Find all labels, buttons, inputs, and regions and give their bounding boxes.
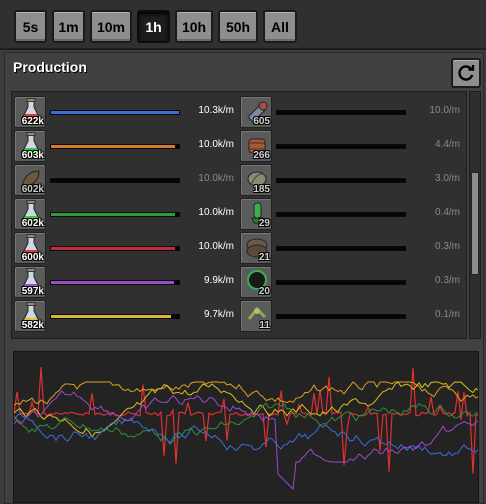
production-row-left[interactable]: 622k 10.3k/m	[14, 96, 236, 130]
production-row-right[interactable]: 20 0.3/m	[240, 266, 466, 300]
production-bar	[276, 280, 406, 285]
range-1h-button[interactable]: 1h	[137, 10, 170, 43]
scrollbar-thumb[interactable]	[471, 172, 479, 275]
production-graph	[13, 351, 479, 503]
spidertron-remote-icon[interactable]: 11	[240, 300, 272, 332]
production-row-right[interactable]: 185 3.0/m	[240, 164, 466, 198]
refresh-icon	[458, 65, 475, 81]
item-count: 266	[253, 150, 270, 161]
item-count: 602k	[21, 218, 44, 229]
production-rate: 3.0/m	[434, 173, 460, 184]
item-count: 11	[259, 320, 270, 331]
production-rate: 10.3k/m	[198, 105, 234, 116]
item-count: 29	[258, 218, 270, 229]
rail-chain-signal-icon[interactable]: 21	[240, 232, 272, 264]
production-rate: 10.0k/m	[198, 173, 234, 184]
production-row-right[interactable]: 21 0.3/m	[240, 232, 466, 266]
production-bar	[50, 280, 180, 285]
production-rate: 0.1/m	[434, 309, 460, 320]
production-science-pack-icon[interactable]: 597k	[14, 266, 46, 298]
production-row-right[interactable]: 266 4.4/m	[240, 130, 466, 164]
graph-series-line	[14, 402, 478, 445]
item-count: 622k	[21, 116, 44, 127]
production-bar	[276, 212, 406, 217]
item-count: 603k	[21, 150, 44, 161]
production-rate: 0.3/m	[434, 241, 460, 252]
raw-fish-icon[interactable]: 185	[240, 164, 272, 196]
time-range-toolbar: 5s 1m 10m 1h 10h 50h All	[0, 0, 486, 50]
item-count: 582k	[21, 320, 44, 331]
production-rate: 10.0k/m	[198, 241, 234, 252]
range-10m-button[interactable]: 10m	[90, 10, 132, 43]
production-bar	[50, 110, 180, 115]
production-bar	[276, 314, 406, 319]
production-row-left[interactable]: 603k 10.0k/m	[14, 130, 236, 164]
production-rate: 0.3/m	[434, 275, 460, 286]
production-row-left[interactable]: 602k 10.0k/m	[14, 198, 236, 232]
production-bar	[50, 212, 180, 217]
production-row-left[interactable]: 582k 9.7k/m	[14, 300, 236, 334]
item-count: 602k	[21, 184, 44, 195]
production-row-right[interactable]: 605 10.0/m	[240, 96, 466, 130]
automation-science-pack-icon[interactable]: 622k	[14, 96, 46, 128]
range-5s-button[interactable]: 5s	[14, 10, 47, 43]
production-graph-svg	[14, 367, 478, 491]
production-rate: 9.7k/m	[203, 309, 234, 320]
nuclear-fuel-icon[interactable]: 20	[240, 266, 272, 298]
chemical-science-pack-icon[interactable]: 602k	[14, 198, 46, 230]
range-50h-button[interactable]: 50h	[218, 10, 258, 43]
production-rate: 9.9k/m	[203, 275, 234, 286]
utility-science-pack-icon[interactable]: 582k	[14, 300, 46, 332]
production-bar	[276, 110, 406, 115]
production-bar	[50, 144, 180, 149]
range-1m-button[interactable]: 1m	[52, 10, 85, 43]
item-count: 20	[258, 286, 270, 297]
item-count: 600k	[21, 252, 44, 263]
logistic-science-pack-icon[interactable]: 603k	[14, 130, 46, 162]
production-bar	[276, 178, 406, 183]
production-rate: 10.0k/m	[198, 139, 234, 150]
poison-capsule-icon[interactable]: 29	[240, 198, 272, 230]
military-science-pack-icon[interactable]: 600k	[14, 232, 46, 264]
refresh-button[interactable]	[451, 58, 481, 88]
production-row-left[interactable]: 597k 9.9k/m	[14, 266, 236, 300]
production-rate: 10.0/m	[429, 105, 460, 116]
production-bar	[50, 178, 180, 183]
production-row-left[interactable]: 600k 10.0k/m	[14, 232, 236, 266]
production-row-left[interactable]: 602k 10.0k/m	[14, 164, 236, 198]
production-list: 622k 10.3k/m 603k 10.0k/m 602k 10.0k/m 602k 10.…	[11, 91, 467, 339]
artillery-shell-icon[interactable]: 605	[240, 96, 272, 128]
item-count: 185	[253, 184, 270, 195]
range-all-button[interactable]: All	[263, 10, 297, 43]
production-bar	[276, 144, 406, 149]
production-rate: 0.4/m	[434, 207, 460, 218]
production-bar	[276, 246, 406, 251]
rocket-fuel-icon[interactable]: 602k	[14, 164, 46, 196]
production-bar	[50, 246, 180, 251]
panel-title: Production	[13, 59, 87, 75]
item-count: 597k	[21, 286, 44, 297]
production-rate: 10.0k/m	[198, 207, 234, 218]
list-scrollbar[interactable]	[469, 91, 481, 339]
production-rate: 4.4/m	[434, 139, 460, 150]
production-row-right[interactable]: 29 0.4/m	[240, 198, 466, 232]
production-bar	[50, 314, 180, 319]
graph-series-line	[14, 412, 478, 457]
production-panel: Production 622k 10.3k/m 603k 10.0k/m 602k 10.…	[4, 52, 484, 504]
item-count: 605	[253, 116, 270, 127]
range-10h-button[interactable]: 10h	[175, 10, 213, 43]
empty-barrel-icon[interactable]: 266	[240, 130, 272, 162]
production-row-right[interactable]: 11 0.1/m	[240, 300, 466, 334]
item-count: 21	[258, 252, 270, 263]
